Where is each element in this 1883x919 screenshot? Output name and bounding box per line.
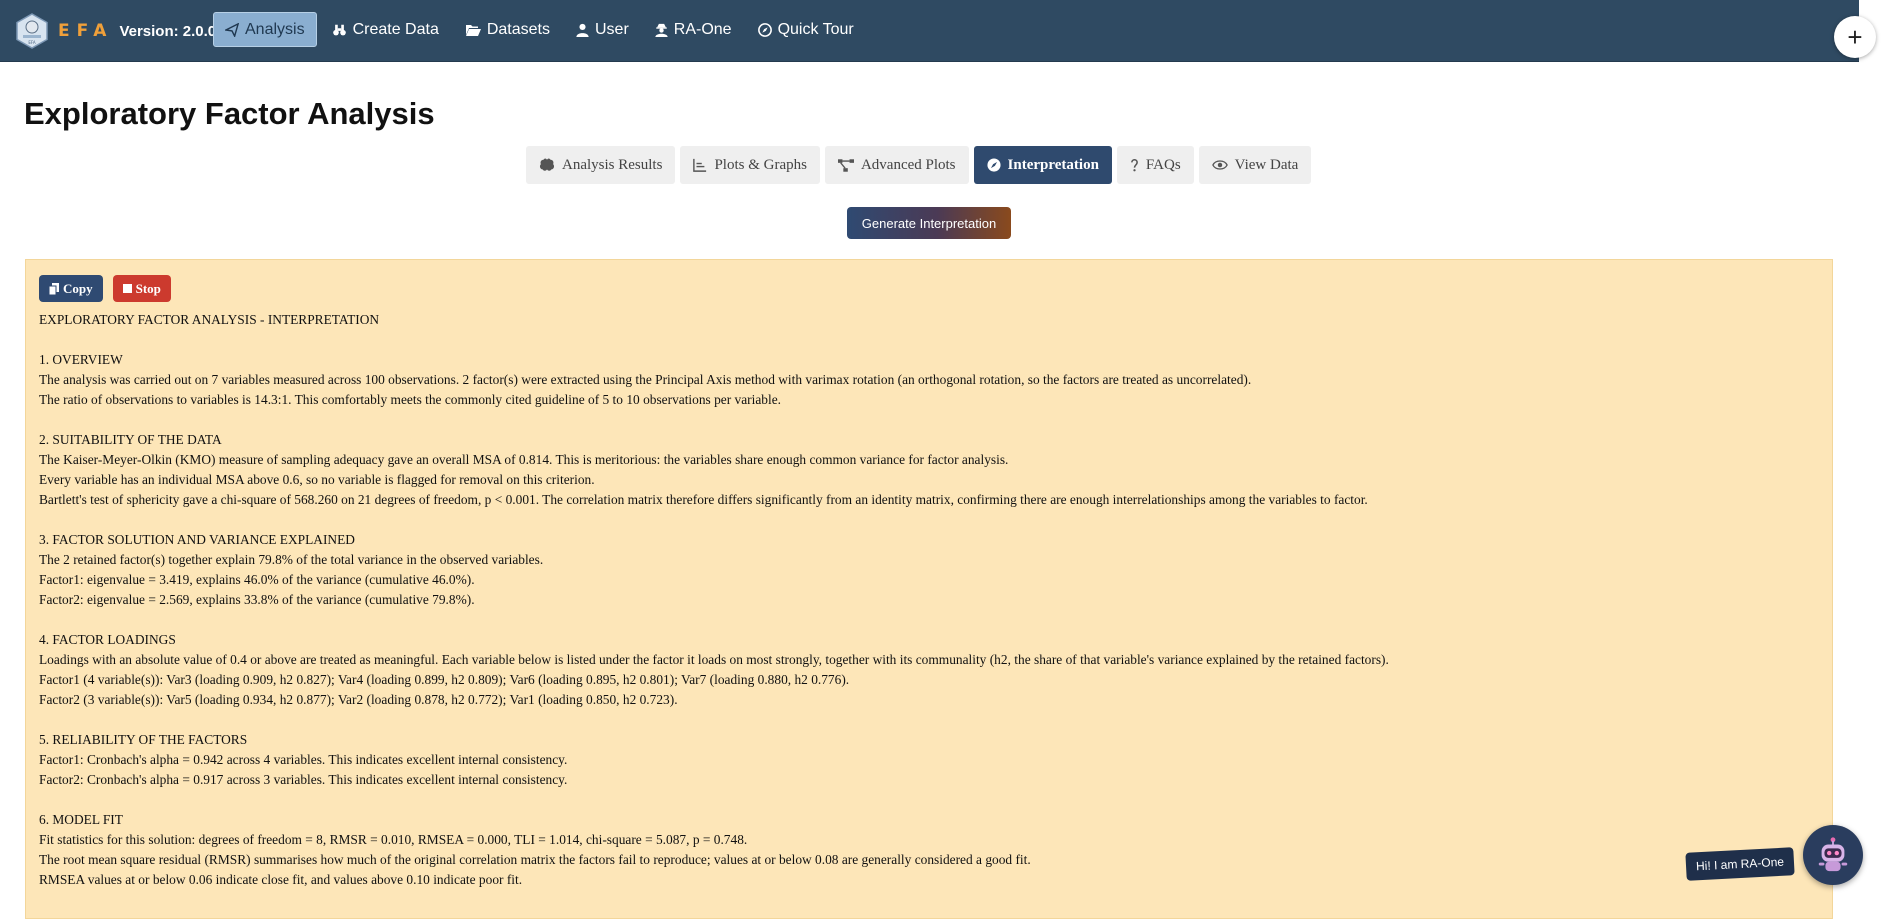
nav-item-ra-one[interactable]: RA-One xyxy=(644,12,743,47)
compass-icon xyxy=(986,158,1001,172)
copy-button[interactable]: Copy xyxy=(39,275,103,302)
binoculars-icon xyxy=(332,24,346,35)
user-secret-icon xyxy=(655,23,668,37)
paper-plane-icon xyxy=(225,22,239,37)
chat-greeting-bubble[interactable]: Hi! I am RA-One xyxy=(1685,847,1795,881)
section-heading: 3. FACTOR SOLUTION AND VARIANCE EXPLAINE… xyxy=(39,532,355,547)
compass-icon xyxy=(757,22,772,37)
stop-label: Stop xyxy=(135,280,161,296)
brand[interactable]: EFA EFA Version: 2.0.0 xyxy=(14,12,216,50)
tab-plots-graphs[interactable]: Plots & Graphs xyxy=(680,146,820,184)
interpretation-line: The analysis was carried out on 7 variab… xyxy=(39,372,1252,387)
tab-advanced-plots[interactable]: Advanced Plots xyxy=(824,146,969,184)
folder-open-icon xyxy=(465,24,481,36)
chat-assistant-button[interactable] xyxy=(1803,825,1863,885)
interpretation-line: Fit statistics for this solution: degree… xyxy=(39,832,748,847)
interpretation-line: Factor2 (3 variable(s)): Var5 (loading 0… xyxy=(39,692,678,707)
robot-icon xyxy=(1818,837,1848,872)
nav-item-create-data[interactable]: Create Data xyxy=(321,12,450,47)
section-heading: 1. OVERVIEW xyxy=(39,352,123,367)
interpretation-line: The ratio of observations to variables i… xyxy=(39,392,782,407)
interpretation-panel: Copy Stop EXPLORATORY FACTOR ANALYSIS - … xyxy=(25,259,1833,919)
section-heading: EXPLORATORY FACTOR ANALYSIS - INTERPRETA… xyxy=(39,312,380,327)
section-heading: 2. SUITABILITY OF THE DATA xyxy=(39,432,222,447)
brain-icon xyxy=(539,158,555,171)
nav-item-label: User xyxy=(594,20,629,38)
tab-faqs[interactable]: FAQs xyxy=(1116,146,1194,184)
add-button[interactable]: + xyxy=(1834,16,1876,58)
generate-interpretation-button[interactable]: Generate Interpretation xyxy=(847,207,1011,239)
nav-item-label: Quick Tour xyxy=(777,20,854,38)
section-heading: 6. MODEL FIT xyxy=(39,812,123,827)
interpretation-line: Factor1: Cronbach's alpha = 0.942 across… xyxy=(39,752,568,767)
user-icon xyxy=(576,23,589,37)
section-heading: 4. FACTOR LOADINGS xyxy=(39,632,176,647)
eye-icon xyxy=(1211,160,1228,170)
nav-menu: Analysis Create Data Datasets User RA-On… xyxy=(213,12,869,47)
tab-label: View Data xyxy=(1234,156,1299,173)
tab-label: Advanced Plots xyxy=(860,156,956,173)
nav-item-label: Analysis xyxy=(245,20,305,38)
plus-icon: + xyxy=(1847,21,1863,52)
copy-label: Copy xyxy=(63,280,93,296)
nav-item-label: Create Data xyxy=(352,20,439,38)
tab-label: Interpretation xyxy=(1007,156,1099,173)
brand-text: EFA xyxy=(58,21,114,41)
interpretation-text: EXPLORATORY FACTOR ANALYSIS - INTERPRETA… xyxy=(39,310,1822,890)
interpretation-line: RMSEA values at or below 0.06 indicate c… xyxy=(39,872,523,887)
interpretation-line: The 2 retained factor(s) together explai… xyxy=(39,552,544,567)
panel-actions: Copy Stop xyxy=(39,275,171,302)
nav-item-quick-tour[interactable]: Quick Tour xyxy=(747,12,865,47)
interpretation-line: Factor2: eigenvalue = 2.569, explains 33… xyxy=(39,592,475,607)
nav-item-analysis[interactable]: Analysis xyxy=(213,12,317,47)
result-tabs: Analysis Results Plots & Graphs Advanced… xyxy=(526,146,1316,184)
section-heading: 5. RELIABILITY OF THE FACTORS xyxy=(39,732,248,747)
interpretation-line: Every variable has an individual MSA abo… xyxy=(39,472,595,487)
stop-button[interactable]: Stop xyxy=(112,275,171,302)
nav-item-user[interactable]: User xyxy=(565,12,640,47)
nav-item-label: RA-One xyxy=(673,20,732,38)
tab-label: Analysis Results xyxy=(562,156,663,173)
project-diagram-icon xyxy=(837,158,854,172)
interpretation-line: The root mean square residual (RMSR) sum… xyxy=(39,852,1031,867)
tab-label: Plots & Graphs xyxy=(714,156,807,173)
version-label: Version: 2.0.0 xyxy=(119,22,217,40)
interpretation-line: The Kaiser-Meyer-Olkin (KMO) measure of … xyxy=(39,452,1009,467)
interpretation-line: Factor1 (4 variable(s)): Var3 (loading 0… xyxy=(39,672,850,687)
interpretation-line: Factor1: eigenvalue = 3.419, explains 46… xyxy=(39,572,475,587)
interpretation-line: Factor2: Cronbach's alpha = 0.917 across… xyxy=(39,772,568,787)
interpretation-line: Bartlett's test of sphericity gave a chi… xyxy=(39,492,1368,507)
tab-view-data[interactable]: View Data xyxy=(1198,146,1312,184)
chart-line-icon xyxy=(693,158,707,172)
tab-analysis-results[interactable]: Analysis Results xyxy=(526,146,676,184)
question-icon xyxy=(1131,158,1138,172)
tab-label: FAQs xyxy=(1145,156,1181,173)
nav-item-label: Datasets xyxy=(486,20,550,38)
logo-text: EFA xyxy=(28,40,35,45)
nav-item-datasets[interactable]: Datasets xyxy=(454,12,561,47)
interpretation-line: Loadings with an absolute value of 0.4 o… xyxy=(39,652,1389,667)
stop-icon xyxy=(122,284,132,293)
top-navbar: EFA EFA Version: 2.0.0 Analysis Create D… xyxy=(0,0,1859,62)
tab-interpretation[interactable]: Interpretation xyxy=(973,146,1112,184)
efa-logo-icon: EFA xyxy=(16,13,48,49)
copy-icon xyxy=(49,282,59,295)
page-title: Exploratory Factor Analysis xyxy=(24,96,435,131)
